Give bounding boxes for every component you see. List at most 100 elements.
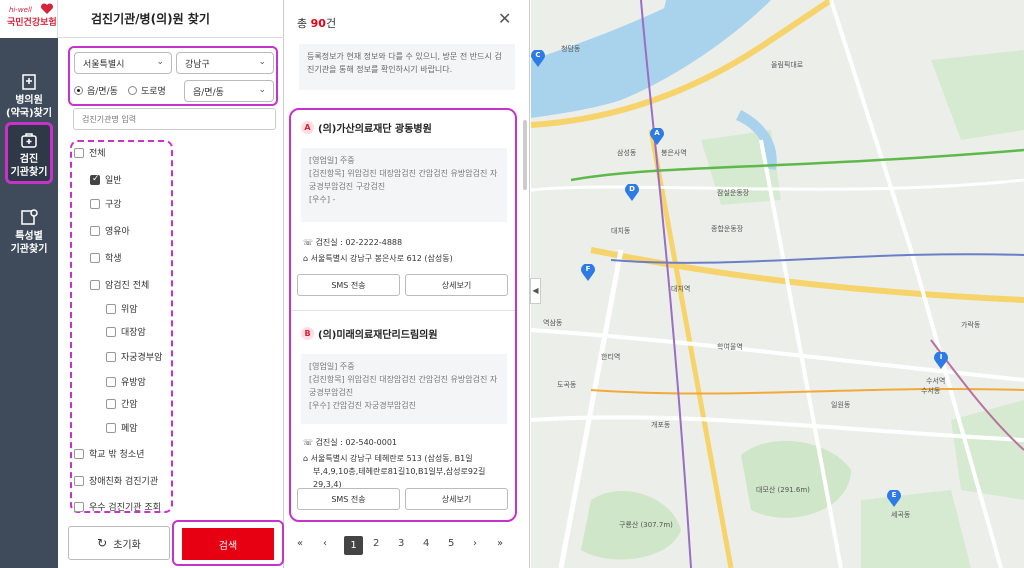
page-5[interactable]: 5 [448, 538, 454, 549]
checkbox-label: 대장암 [121, 328, 146, 338]
checkbox-3[interactable]: 영유아 [90, 224, 130, 237]
brand-logo[interactable]: hi-well 국민건강보험 [0, 0, 58, 38]
phone-icon: ☏ [303, 238, 314, 247]
result-phone: ☏ 검진실 : 02-2222-4888 [303, 236, 507, 249]
checkbox-label: 암검진 전체 [105, 281, 150, 291]
checkbox-6[interactable]: 위암 [106, 302, 138, 315]
rail-item-feature[interactable]: 특성별 기관찾기 [5, 202, 53, 264]
radio-road[interactable]: 도로명 [128, 84, 166, 97]
map-pin-icon[interactable]: F [581, 263, 595, 282]
map-label: 도곡동 [557, 381, 577, 389]
checkbox-11[interactable]: 폐암 [106, 421, 138, 434]
city-select[interactable]: 서울특별시 ⌄ [74, 52, 172, 74]
search-button[interactable]: 검색 [182, 528, 274, 560]
count-suffix: 건 [325, 17, 337, 30]
feature-icon [21, 209, 38, 225]
checkbox-2[interactable]: 구강 [90, 197, 122, 210]
panel-header: 검진기관/병(의)원 찾기 [58, 0, 284, 38]
close-icon[interactable]: ✕ [498, 9, 511, 28]
checkbox-14[interactable]: 우수 검진기관 조회 [74, 500, 161, 513]
map-label: 세곡동 [891, 511, 911, 519]
result-title[interactable]: B (의)미래의료재단리드림의원 [301, 326, 438, 341]
checkbox-4[interactable]: 학생 [90, 251, 122, 264]
checkbox-label: 우수 검진기관 조회 [89, 503, 161, 513]
marker-badge: B [301, 327, 314, 340]
map-label: 개포동 [651, 421, 671, 429]
map-label: 일원동 [831, 401, 851, 409]
checkbox-empty-icon [74, 501, 84, 512]
result-title[interactable]: A (의)가산의료재단 광동병원 [301, 120, 432, 135]
map-pin-icon[interactable]: C [531, 49, 545, 68]
checkbox-7[interactable]: 대장암 [106, 325, 146, 338]
page-4[interactable]: 4 [423, 538, 429, 549]
result-phone: ☏ 검진실 : 02-540-0001 [303, 436, 507, 449]
map-label: 가락동 [961, 321, 981, 329]
checkbox-12[interactable]: 학교 밖 청소년 [74, 447, 144, 460]
page-1[interactable]: 1 [344, 536, 363, 555]
map-label: 청담동 [561, 45, 581, 53]
checkbox-empty-icon [74, 448, 84, 459]
checkbox-label: 폐암 [121, 424, 138, 434]
page-2[interactable]: 2 [373, 538, 379, 549]
town-select[interactable]: 읍/면/동 ⌄ [184, 80, 274, 102]
info-excellent: [우수] - [309, 195, 336, 204]
map-view[interactable]: 청담동 삼성동 대치동 역삼동 잠실운동장 종합운동장 도곡동 개포동 일원동 수서동 세곡동 대모산… [531, 0, 1024, 568]
info-items: [검진항목] 위암검진 대장암검진 간암검진 유방암검진 자궁경부암검진 [309, 375, 498, 397]
radio-selected-icon [74, 86, 83, 95]
checkbox-empty-icon [74, 147, 84, 158]
sms-button[interactable]: SMS 전송 [297, 488, 400, 510]
result-name: (의)가산의료재단 광동병원 [318, 124, 432, 135]
district-select[interactable]: 강남구 ⌄ [176, 52, 274, 74]
map-canvas[interactable] [531, 0, 1024, 568]
rail-label-1b: (약국)찾기 [6, 108, 52, 119]
checkbox-label: 구강 [105, 200, 122, 210]
institution-name-input[interactable] [73, 108, 276, 130]
chevron-down-icon: ⌄ [156, 57, 164, 67]
scrollbar-thumb[interactable] [523, 120, 527, 190]
checkbox-0[interactable]: 전체 [74, 146, 106, 159]
map-label: 한티역 [601, 353, 621, 361]
result-address: ⌂ 서울특별시 강남구 봉은사로 612 (삼성동) [303, 252, 507, 265]
next-page-icon[interactable]: › [473, 538, 477, 549]
rail-item-checkup[interactable]: 검진 기관찾기 [5, 122, 53, 184]
checkbox-10[interactable]: 간암 [106, 397, 138, 410]
map-pin-icon[interactable]: D [625, 183, 639, 202]
checkbox-5[interactable]: 암검진 전체 [90, 278, 149, 291]
map-pin-label: E [891, 491, 897, 499]
map-label: 학여울역 [717, 343, 743, 351]
chevron-down-icon: ⌄ [258, 85, 266, 95]
phone-number[interactable]: 02-540-0001 [345, 438, 397, 447]
checkbox-checked-icon [90, 174, 100, 185]
info-days: [영업일] 주중 [309, 156, 355, 165]
checkbox-9[interactable]: 유방암 [106, 375, 146, 388]
map-pin-icon[interactable]: E [887, 489, 901, 508]
radio-town[interactable]: 읍/면/동 [74, 84, 118, 97]
checkbox-label: 전체 [89, 149, 106, 159]
checkbox-empty-icon [90, 279, 100, 290]
map-pin-icon[interactable]: A [650, 127, 664, 146]
last-page-icon[interactable]: » [497, 538, 503, 549]
phone-number[interactable]: 02-2222-4888 [345, 238, 402, 247]
radio-road-label: 도로명 [141, 87, 166, 97]
detail-button[interactable]: 상세보기 [405, 274, 508, 296]
page-title: 검진기관/병(의)원 찾기 [91, 12, 210, 26]
checkbox-label: 일반 [105, 176, 122, 186]
checkbox-8[interactable]: 자궁경부암 [106, 350, 162, 363]
chevron-down-icon: ⌄ [258, 57, 266, 67]
reset-button[interactable]: ↻ 초기화 [68, 526, 170, 560]
checkbox-label: 위암 [121, 305, 138, 315]
home-icon: ⌂ [303, 454, 309, 463]
first-page-icon[interactable]: « [297, 538, 303, 549]
detail-button[interactable]: 상세보기 [405, 488, 508, 510]
checkbox-empty-icon [106, 303, 116, 314]
checkbox-label: 장애친화 검진기관 [89, 477, 159, 487]
map-pin-icon[interactable]: I [934, 351, 948, 370]
checkbox-1[interactable]: 일반 [90, 173, 122, 186]
page-3[interactable]: 3 [398, 538, 404, 549]
checkbox-empty-icon [106, 398, 116, 409]
rail-item-hospital[interactable]: 병의원 (약국)찾기 [5, 66, 53, 128]
checkbox-13[interactable]: 장애친화 검진기관 [74, 474, 158, 487]
map-collapse-toggle[interactable]: ◀ [530, 278, 541, 304]
prev-page-icon[interactable]: ‹ [323, 538, 327, 549]
sms-button[interactable]: SMS 전송 [297, 274, 400, 296]
